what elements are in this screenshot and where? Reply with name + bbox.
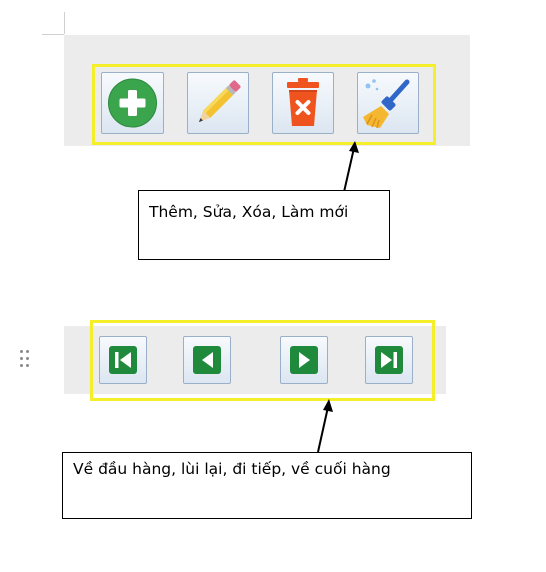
previous-icon (193, 346, 221, 374)
page-corner-mark (42, 34, 64, 35)
pointer-arrow (343, 141, 359, 193)
pointer-arrow (317, 399, 333, 453)
callout-text: Về đầu hàng, lùi lại, đi tiếp, về cuối h… (73, 460, 391, 478)
broom-icon (363, 79, 410, 129)
delete-button[interactable] (272, 72, 334, 134)
callout-box: Về đầu hàng, lùi lại, đi tiếp, về cuối h… (62, 452, 472, 519)
page-corner-mark (64, 12, 65, 34)
skip-last-icon (375, 346, 403, 374)
drag-handle-icon[interactable] (18, 350, 32, 370)
previous-button[interactable] (183, 336, 231, 384)
last-record-button[interactable] (365, 336, 413, 384)
next-button[interactable] (280, 336, 328, 384)
edit-button[interactable] (187, 72, 249, 134)
trash-delete-icon (287, 78, 319, 126)
refresh-button[interactable] (357, 72, 419, 134)
add-button[interactable] (101, 72, 164, 134)
callout-box: Thêm, Sửa, Xóa, Làm mới (138, 190, 390, 260)
first-record-button[interactable] (99, 336, 147, 384)
plus-circle-icon (108, 78, 157, 128)
callout-text: Thêm, Sửa, Xóa, Làm mới (149, 203, 349, 221)
next-icon (290, 346, 318, 374)
pencil-icon (198, 80, 241, 123)
skip-first-icon (109, 346, 137, 374)
